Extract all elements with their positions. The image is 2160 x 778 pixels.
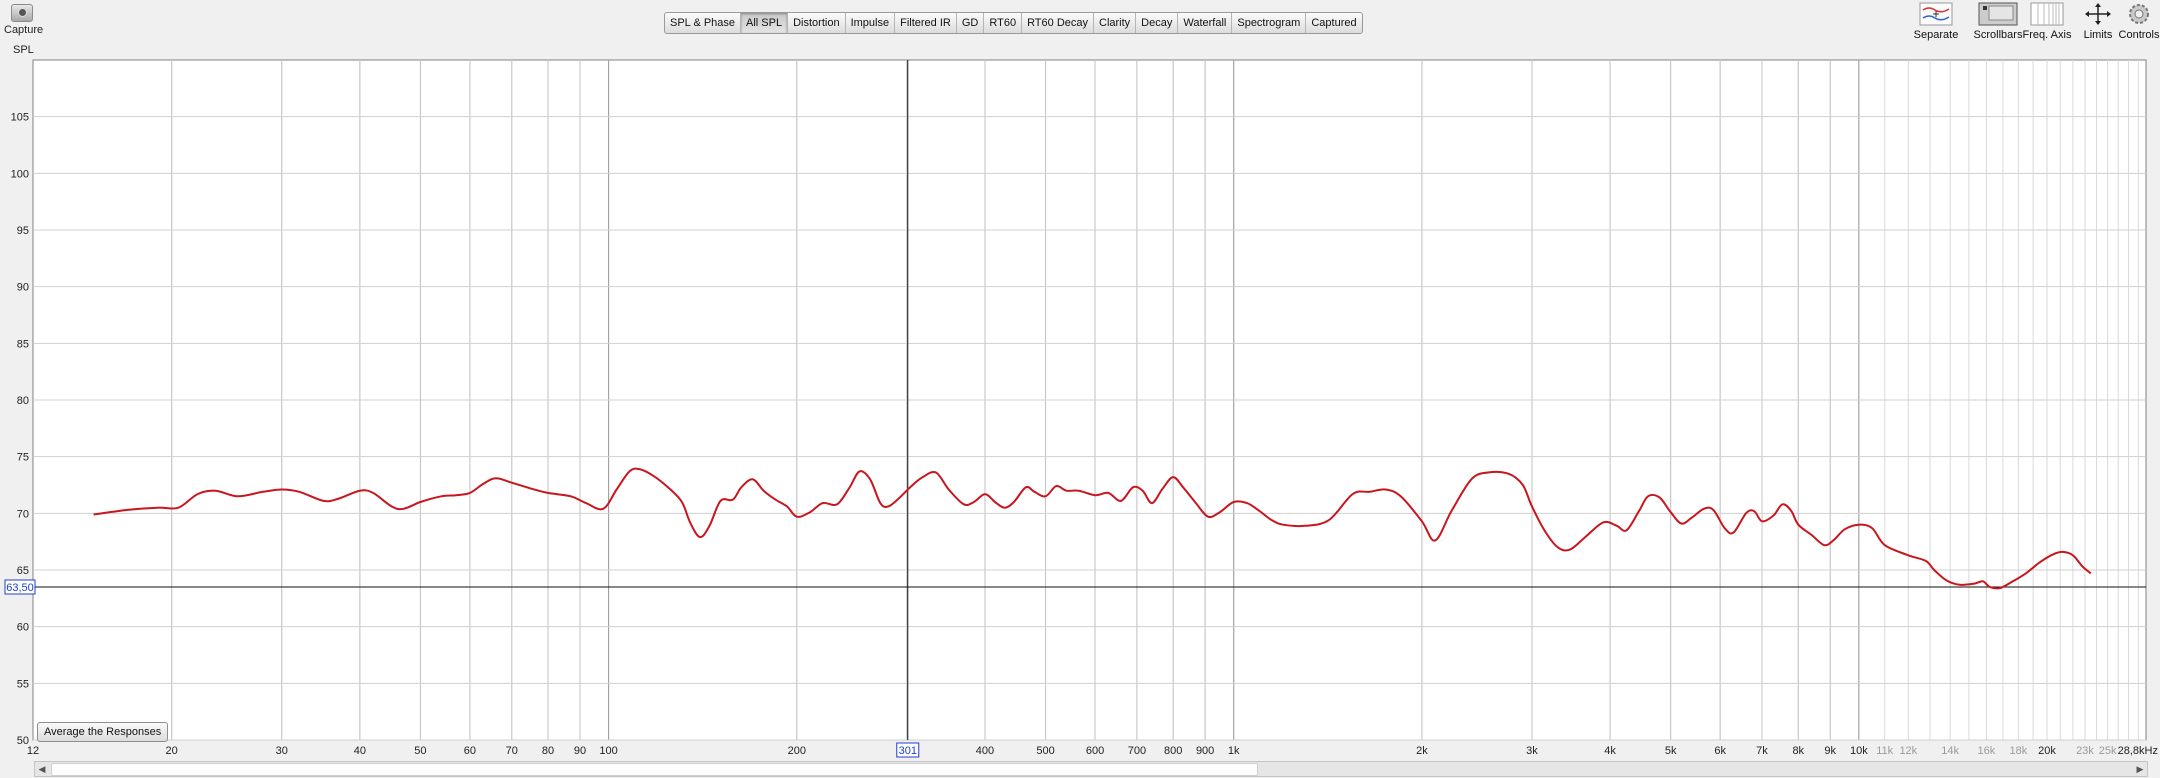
x-tick-label: 400 bbox=[976, 745, 994, 757]
y-tick-label: 75 bbox=[17, 452, 29, 464]
y-tick-label: 105 bbox=[11, 112, 29, 124]
x-tick-label: 11k bbox=[1876, 745, 1893, 757]
controls-label: Controls bbox=[2118, 29, 2160, 41]
scrollbars-button[interactable]: Scrollbars bbox=[1968, 0, 2028, 41]
separate-icon bbox=[1906, 2, 1966, 26]
x-tick-label: 5k bbox=[1665, 745, 1677, 757]
tab-spl-phase[interactable]: SPL & Phase bbox=[665, 13, 742, 33]
graph-type-tabs: SPL & Phase All SPL Distortion Impulse Filte… bbox=[664, 12, 1363, 34]
x-tick-label: 70 bbox=[506, 745, 518, 757]
x-tick-label: 2k bbox=[1416, 745, 1428, 757]
tab-captured[interactable]: Captured bbox=[1306, 13, 1361, 33]
x-tick-label: 80 bbox=[542, 745, 554, 757]
x-tick-label: 20 bbox=[166, 745, 178, 757]
x-tick-label: 20k bbox=[2038, 745, 2056, 757]
x-tick-label: 3k bbox=[1526, 745, 1538, 757]
y-tick-label: 90 bbox=[17, 282, 29, 294]
x-tick-label: 12k bbox=[1899, 745, 1917, 757]
cursor-x-label: 301 bbox=[899, 745, 917, 757]
y-tick-label: 65 bbox=[17, 565, 29, 577]
x-tick-label: 14k bbox=[1941, 745, 1959, 757]
separate-label: Separate bbox=[1913, 29, 1959, 41]
x-tick-label: 7k bbox=[1756, 745, 1768, 757]
freq-axis-icon bbox=[2022, 2, 2072, 26]
spl-chart[interactable]: 5055606570758085909510010512 20 30 40 50 60 70… bbox=[0, 56, 2160, 762]
x-tick-label: 600 bbox=[1086, 745, 1104, 757]
x-tick-label: 18k bbox=[2010, 745, 2028, 757]
capture-button[interactable]: Capture bbox=[4, 2, 44, 36]
tab-clarity[interactable]: Clarity bbox=[1094, 13, 1137, 33]
tab-decay[interactable]: Decay bbox=[1136, 13, 1179, 33]
x-tick-label: 8k bbox=[1792, 745, 1804, 757]
y-tick-label: 60 bbox=[17, 622, 29, 634]
limits-icon bbox=[2078, 2, 2118, 26]
x-tick-label: 12 bbox=[27, 745, 39, 757]
x-tick-label: 60 bbox=[464, 745, 476, 757]
scroll-left-icon[interactable]: ◀ bbox=[35, 762, 49, 776]
limits-label: Limits bbox=[2083, 29, 2113, 41]
freq-axis-label: Freq. Axis bbox=[2022, 29, 2072, 41]
tab-all-spl[interactable]: All SPL bbox=[741, 13, 789, 33]
tab-distortion[interactable]: Distortion bbox=[788, 13, 846, 33]
x-tick-label: 200 bbox=[788, 745, 806, 757]
scrollbars-label: Scrollbars bbox=[1973, 29, 2023, 41]
y-tick-label: 95 bbox=[17, 225, 29, 237]
x-tick-label: 40 bbox=[354, 745, 366, 757]
tab-gd[interactable]: GD bbox=[957, 13, 985, 33]
tab-rt60-decay[interactable]: RT60 Decay bbox=[1022, 13, 1094, 33]
separate-button[interactable]: Separate bbox=[1906, 0, 1966, 41]
limits-button[interactable]: Limits bbox=[2078, 0, 2118, 41]
tab-spectrogram[interactable]: Spectrogram bbox=[1232, 13, 1307, 33]
x-tick-label: 700 bbox=[1128, 745, 1146, 757]
cursor-y-label: 63,50 bbox=[6, 582, 34, 594]
x-tick-label: 100 bbox=[599, 745, 617, 757]
y-tick-label: 85 bbox=[17, 338, 29, 350]
x-tick-label: 800 bbox=[1164, 745, 1182, 757]
x-tick-label: 4k bbox=[1604, 745, 1616, 757]
controls-icon bbox=[2114, 2, 2160, 26]
tab-rt60[interactable]: RT60 bbox=[984, 13, 1023, 33]
y-tick-label: 70 bbox=[17, 508, 29, 520]
y-tick-label: 55 bbox=[17, 678, 29, 690]
scroll-right-icon[interactable]: ▶ bbox=[2133, 762, 2147, 776]
camera-icon bbox=[11, 4, 33, 22]
x-tick-label: 1k bbox=[1228, 745, 1240, 757]
x-tick-label: 10k bbox=[1850, 745, 1868, 757]
x-tick-label: 25k bbox=[2099, 745, 2117, 757]
scroll-thumb[interactable] bbox=[51, 763, 1258, 776]
y-axis-title: SPL bbox=[13, 44, 34, 56]
controls-button[interactable]: Controls bbox=[2114, 0, 2160, 41]
horizontal-scrollbar[interactable]: ◀ ▶ bbox=[34, 761, 2148, 777]
x-tick-label: 28,8kHz bbox=[2118, 745, 2158, 757]
x-tick-label: 50 bbox=[414, 745, 426, 757]
tab-impulse[interactable]: Impulse bbox=[846, 13, 896, 33]
x-tick-label: 500 bbox=[1036, 745, 1054, 757]
freq-axis-button[interactable]: Freq. Axis bbox=[2022, 0, 2072, 41]
x-tick-label: 90 bbox=[574, 745, 586, 757]
y-tick-label: 100 bbox=[11, 168, 29, 180]
x-tick-label: 6k bbox=[1714, 745, 1726, 757]
average-responses-button[interactable]: Average the Responses bbox=[37, 722, 169, 742]
y-tick-label: 80 bbox=[17, 395, 29, 407]
tab-filtered-ir[interactable]: Filtered IR bbox=[895, 13, 957, 33]
x-tick-label: 23k bbox=[2076, 745, 2094, 757]
x-tick-label: 9k bbox=[1824, 745, 1836, 757]
capture-label: Capture bbox=[4, 24, 44, 36]
x-tick-label: 16k bbox=[1978, 745, 1996, 757]
scrollbars-icon bbox=[1968, 2, 2028, 26]
tab-waterfall[interactable]: Waterfall bbox=[1178, 13, 1233, 33]
x-tick-label: 900 bbox=[1196, 745, 1214, 757]
x-tick-label: 30 bbox=[276, 745, 288, 757]
